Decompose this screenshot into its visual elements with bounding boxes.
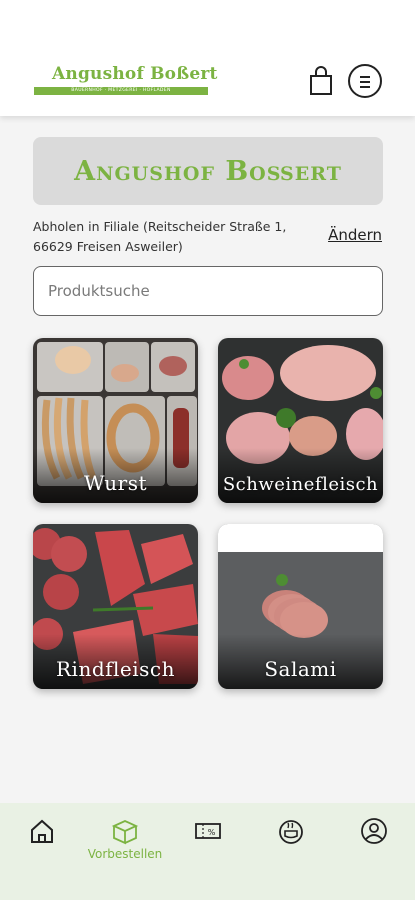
- category-tile-salami[interactable]: Salami: [218, 524, 383, 689]
- menu-line: [360, 86, 370, 88]
- nav-item-profil[interactable]: [334, 817, 414, 877]
- menu-line: [360, 81, 370, 83]
- product-search-input[interactable]: [33, 266, 383, 316]
- logo-title: Angushof Boßert: [52, 64, 218, 84]
- box-icon: [111, 820, 139, 845]
- category-tile-rindfleisch[interactable]: Rindfleisch: [33, 524, 198, 689]
- nav-item-rezepte[interactable]: [251, 817, 331, 877]
- store-banner: Angushof Boßert: [33, 137, 383, 205]
- user-icon: [361, 818, 387, 844]
- home-icon: [31, 819, 53, 843]
- store-name: Angushof Boßert: [74, 155, 342, 187]
- menu-line: [360, 76, 370, 78]
- cart-button[interactable]: [308, 66, 334, 96]
- brand-logo[interactable]: Angushof Boßert BAUERNHOF · METZGEREI · …: [34, 64, 217, 98]
- bottom-navigation: Vorbestellen %: [0, 803, 415, 900]
- category-tile-wurst[interactable]: Wurst: [33, 338, 198, 503]
- nav-item-home[interactable]: [2, 817, 82, 877]
- app-header: Angushof Boßert BAUERNHOF · METZGEREI · …: [0, 0, 415, 116]
- change-location-link[interactable]: Ändern: [328, 226, 382, 244]
- svg-text:%: %: [208, 828, 216, 837]
- menu-button[interactable]: [348, 64, 382, 98]
- logo-subtitle: BAUERNHOF · METZGEREI · HOFLADEN: [71, 88, 171, 93]
- nav-item-angebote[interactable]: %: [168, 817, 248, 877]
- category-label: Rindfleisch: [55, 657, 175, 681]
- discount-ticket-icon: %: [195, 823, 221, 839]
- nav-label-vorbestellen: Vorbestellen: [87, 847, 163, 861]
- category-tile-schweinefleisch[interactable]: Schweinefleisch: [218, 338, 383, 503]
- category-label: Wurst: [84, 471, 147, 495]
- recipe-pot-icon: [279, 820, 303, 844]
- shopping-bag-icon: [310, 66, 332, 95]
- pickup-location: Abholen in Filiale (Reitscheider Straße …: [33, 219, 287, 254]
- nav-item-vorbestellen[interactable]: Vorbestellen: [85, 817, 165, 877]
- category-label: Schweinefleisch: [222, 474, 379, 495]
- category-label: Salami: [264, 657, 337, 681]
